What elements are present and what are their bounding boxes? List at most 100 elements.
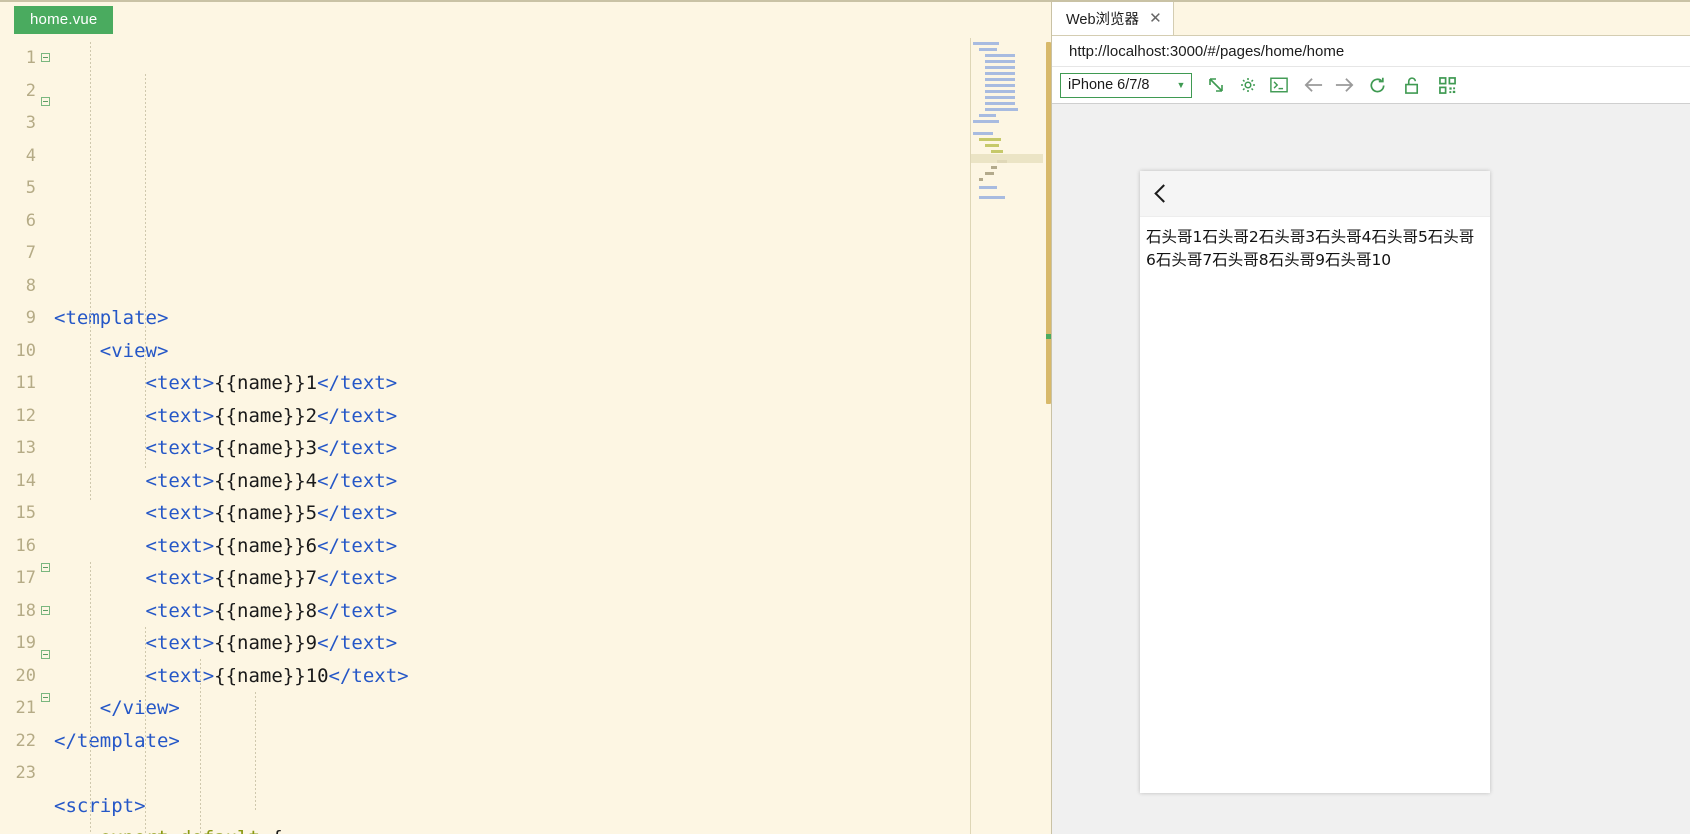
line-number: 1 xyxy=(25,48,36,68)
back-arrow-icon[interactable] xyxy=(1299,72,1328,98)
code-line: <text>{{name}}9</text> xyxy=(145,632,398,654)
minimap-row xyxy=(973,132,993,135)
url-input[interactable]: http://localhost:3000/#/pages/home/home xyxy=(1058,38,1684,64)
minimap-row xyxy=(985,108,1018,111)
indent-guide xyxy=(255,692,256,810)
line-number: 7 xyxy=(25,243,36,263)
line-number: 16 xyxy=(15,535,36,556)
minimap-row xyxy=(985,66,1015,69)
code-line: <script> xyxy=(54,794,146,817)
file-tab-home-vue[interactable]: home.vue xyxy=(14,6,114,34)
minimap-row xyxy=(991,166,997,169)
minimap-row xyxy=(979,196,1005,199)
minimap-row xyxy=(985,96,1015,99)
minimap-row xyxy=(985,72,1015,75)
line-number: 5 xyxy=(25,178,36,198)
url-bar-row: http://localhost:3000/#/pages/home/home xyxy=(1052,36,1690,67)
indent-guide xyxy=(200,659,201,834)
code-minimap[interactable] xyxy=(970,38,1043,834)
line-number: 14 xyxy=(15,470,36,491)
code-fold-column[interactable] xyxy=(38,42,54,834)
close-icon[interactable]: ✕ xyxy=(1149,11,1162,26)
line-number: 21 xyxy=(15,698,36,718)
open-external-icon[interactable] xyxy=(1202,72,1231,98)
code-text[interactable]: <template> <view> <text>{{name}}1</text>… xyxy=(54,42,1051,834)
indent-guide xyxy=(90,562,91,834)
collapse-icon[interactable] xyxy=(41,606,50,615)
line-number: 3 xyxy=(25,113,36,133)
fold-toggle[interactable] xyxy=(38,606,54,639)
reload-icon[interactable] xyxy=(1363,72,1392,98)
collapse-icon[interactable] xyxy=(41,96,50,106)
minimap-viewport[interactable] xyxy=(971,154,1043,163)
fold-toggle[interactable] xyxy=(38,96,54,130)
browser-tab-strip: Web浏览器 ✕ xyxy=(1052,2,1690,36)
qr-code-icon[interactable] xyxy=(1433,72,1462,98)
minimap-row xyxy=(979,114,996,117)
indent-guide xyxy=(145,627,146,834)
code-line: <text>{{name}}4</text> xyxy=(145,469,398,492)
minimap-row xyxy=(973,120,999,123)
browser-tab-label: Web浏览器 xyxy=(1066,12,1140,28)
line-number: 13 xyxy=(15,438,36,458)
line-number: 18 xyxy=(15,600,36,621)
browser-tab-web[interactable]: Web浏览器 ✕ xyxy=(1052,2,1174,35)
code-line: </view> xyxy=(99,697,180,719)
line-number: 23 xyxy=(15,763,36,783)
fold-toggle[interactable] xyxy=(38,562,54,596)
collapse-icon[interactable] xyxy=(41,53,50,62)
fold-toggle[interactable] xyxy=(38,53,54,86)
line-number: 6 xyxy=(25,210,36,231)
minimap-row xyxy=(979,186,997,189)
tab-strip-filler xyxy=(1173,2,1690,35)
chevron-down-icon: ▼ xyxy=(1176,80,1186,90)
minimap-row xyxy=(979,138,1001,141)
code-line: <text>{{name}}10</text> xyxy=(145,664,409,687)
browser-toolbar: iPhone 6/7/8 ▼ xyxy=(1052,67,1690,104)
fold-toggle[interactable] xyxy=(38,693,54,726)
minimap-row xyxy=(985,90,1015,93)
line-number: 20 xyxy=(15,665,36,686)
collapse-icon[interactable] xyxy=(41,649,50,659)
phone-content: 石头哥1石头哥2石头哥3石头哥4石头哥5石头哥6石头哥7石头哥8石头哥9石头哥1… xyxy=(1140,217,1490,272)
minimap-row xyxy=(979,178,983,181)
editor-tab-bar: home.vue xyxy=(0,2,1051,42)
collapse-icon[interactable] xyxy=(41,693,50,702)
code-line: <text>{{name}}3</text> xyxy=(145,437,398,459)
unlock-icon[interactable] xyxy=(1398,72,1427,98)
code-line: <text>{{name}}2</text> xyxy=(145,404,398,427)
collapse-icon[interactable] xyxy=(41,562,50,572)
line-number: 12 xyxy=(15,405,36,426)
console-icon[interactable] xyxy=(1264,72,1293,98)
back-chevron-icon[interactable] xyxy=(1154,184,1173,203)
minimap-row xyxy=(985,84,1015,87)
code-line: <text>{{name}}6</text> xyxy=(145,534,398,557)
code-line: <view> xyxy=(99,339,169,362)
indent-guide xyxy=(90,42,91,502)
minimap-row xyxy=(979,48,997,51)
code-area[interactable]: 1 2 3 4 5 6 7 8 9 10 11 12 13 14 15 16 17 18 19 20 21 22 23 <t… xyxy=(0,42,1051,834)
line-number: 10 xyxy=(15,340,36,361)
indent-guide xyxy=(145,74,146,470)
forward-arrow-icon[interactable] xyxy=(1330,72,1359,98)
device-select[interactable]: iPhone 6/7/8 ▼ xyxy=(1060,72,1192,98)
fold-toggle[interactable] xyxy=(38,649,54,683)
settings-gear-icon[interactable] xyxy=(1233,72,1262,98)
line-number: 9 xyxy=(25,308,36,328)
app-window: home.vue 1 2 3 4 5 6 7 8 9 10 11 12 13 14 15 16 17 18 19 20… xyxy=(0,0,1690,834)
minimap-row xyxy=(973,42,999,45)
line-number: 19 xyxy=(15,633,36,653)
line-number: 22 xyxy=(15,730,36,751)
code-line: <template> xyxy=(54,307,169,329)
code-line: <text>{{name}}7</text> xyxy=(145,567,398,589)
